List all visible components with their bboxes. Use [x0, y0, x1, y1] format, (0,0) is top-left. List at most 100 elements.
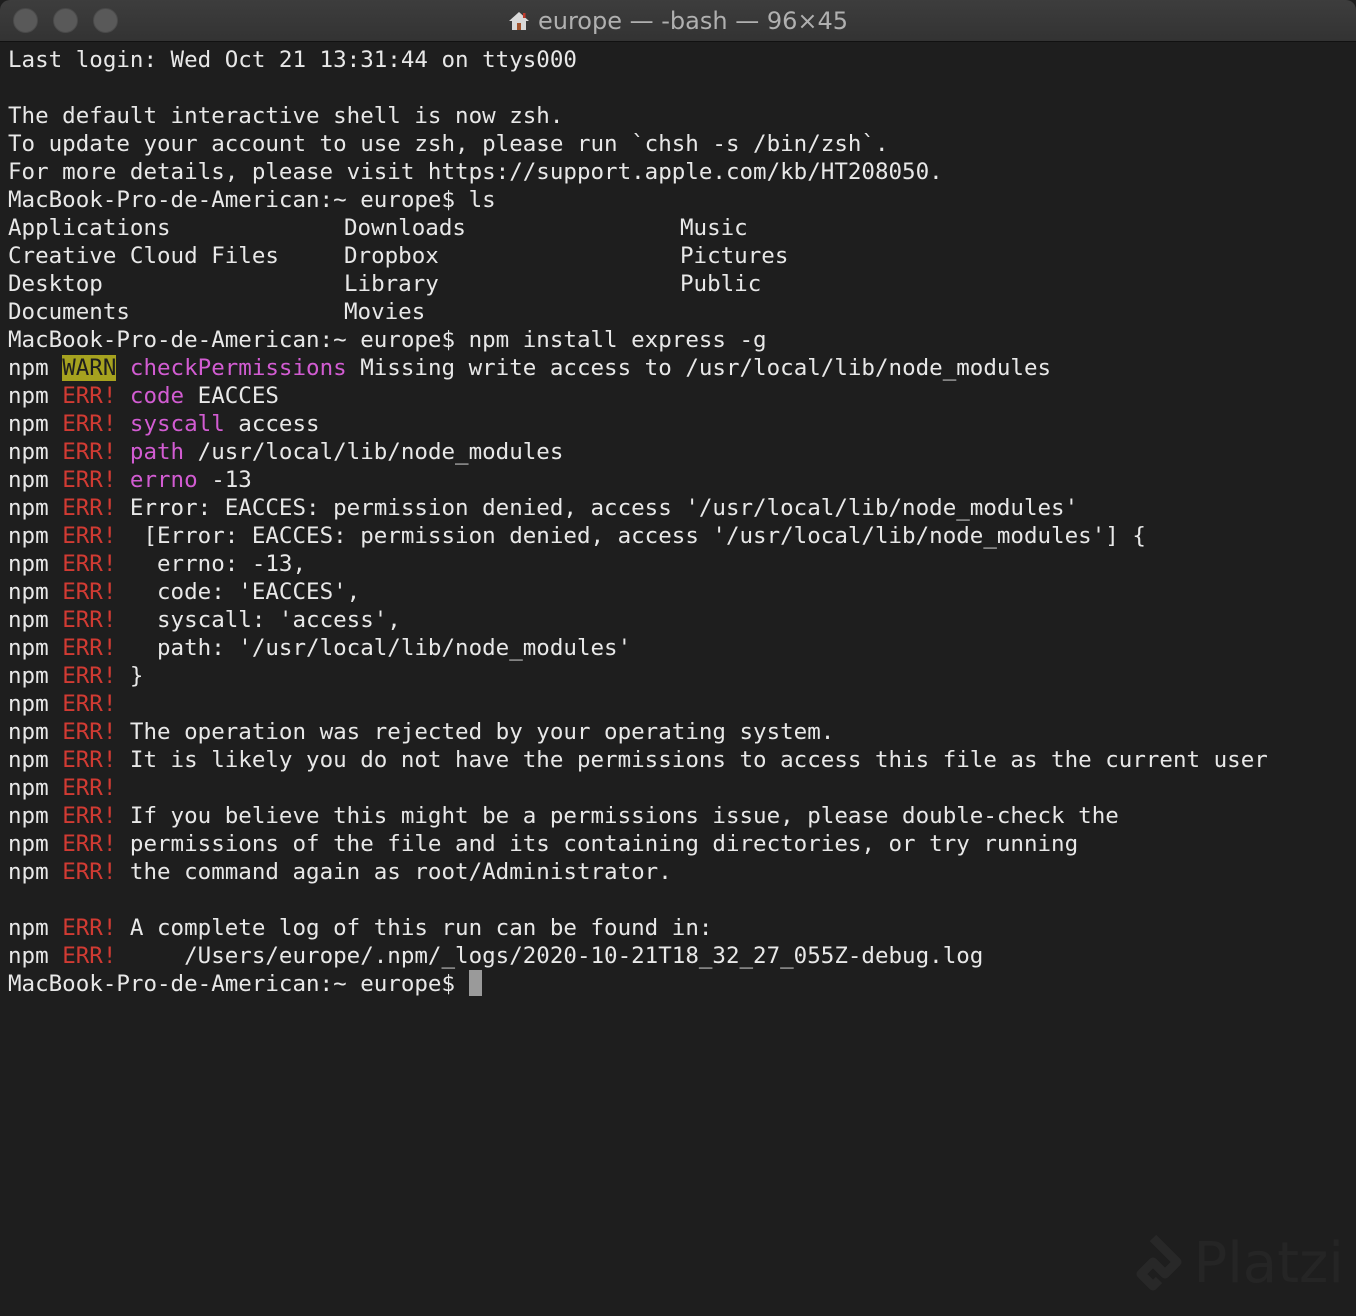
npm-err-line: npm ERR! } [8, 662, 1356, 690]
last-login-line: Last login: Wed Oct 21 13:31:44 on ttys0… [8, 46, 1356, 74]
npm-err-line: npm ERR! The operation was rejected by y… [8, 718, 1356, 746]
err-badge: ERR! [62, 915, 117, 941]
ls-entry: Library [344, 271, 439, 297]
npm-prefix: npm [8, 663, 49, 689]
ls-row: Applications Downloads Music [8, 214, 1356, 242]
err-message: It is likely you do not have the permiss… [129, 747, 1268, 773]
npm-prefix: npm [8, 943, 49, 969]
npm-prefix: npm [8, 383, 49, 409]
npm-err-line: npm ERR! A complete log of this run can … [8, 914, 1356, 942]
ls-entry: Dropbox [344, 243, 439, 269]
err-value: access [224, 411, 320, 437]
npm-err-line: npm ERR! the command again as root/Admin… [8, 858, 1356, 886]
err-value: /usr/local/lib/node_modules [184, 439, 564, 465]
err-key: errno [129, 467, 198, 493]
err-key: code [129, 383, 185, 409]
npm-err-line: npm ERR! permissions of the file and its… [8, 830, 1356, 858]
npm-prefix: npm [8, 635, 49, 661]
ls-entry: Applications [8, 215, 171, 241]
err-badge: ERR! [62, 523, 117, 549]
warn-badge: WARN [62, 355, 117, 381]
err-badge: ERR! [62, 943, 117, 969]
shell-notice-line: To update your account to use zsh, pleas… [8, 130, 1356, 158]
npm-prefix: npm [8, 915, 49, 941]
npm-err-line: npm ERR! /Users/europe/.npm/_logs/2020-1… [8, 942, 1356, 970]
title-bar[interactable]: europe — -bash — 96×45 [0, 0, 1356, 42]
text-cursor [468, 970, 482, 996]
ls-entry: Movies [344, 299, 426, 325]
err-key: path [129, 439, 185, 465]
npm-prefix: npm [8, 607, 49, 633]
window-title: europe — -bash — 96×45 [0, 0, 1356, 42]
npm-err-line: npm ERR! Error: EACCES: permission denie… [8, 494, 1356, 522]
warn-key: checkPermissions [129, 355, 347, 381]
watermark-text: Platzi [1193, 1231, 1344, 1296]
npm-err-line: npm ERR! If you believe this might be a … [8, 802, 1356, 830]
err-badge: ERR! [62, 719, 117, 745]
npm-warn-line: npm WARN checkPermissions Missing write … [8, 354, 1356, 382]
err-message: path: '/usr/local/lib/node_modules' [129, 635, 632, 661]
ls-row: Documents Movies [8, 298, 1356, 326]
err-message: Error: EACCES: permission denied, access… [129, 495, 1079, 521]
err-badge: ERR! [62, 383, 117, 409]
npm-err-line: npm ERR! path: '/usr/local/lib/node_modu… [8, 634, 1356, 662]
err-message: code: 'EACCES', [129, 579, 361, 605]
err-badge: ERR! [62, 467, 117, 493]
warn-text: Missing write access to /usr/local/lib/n… [346, 355, 1052, 381]
err-badge: ERR! [62, 775, 117, 801]
err-value: -13 [197, 467, 252, 493]
shell-prompt: MacBook-Pro-de-American:~ europe$ [8, 327, 469, 353]
shell-notice: The default interactive shell is now zsh… [8, 103, 564, 129]
err-badge: ERR! [62, 747, 117, 773]
err-badge: ERR! [62, 663, 117, 689]
command: ls [468, 187, 496, 213]
err-badge: ERR! [62, 831, 117, 857]
npm-err-line: npm ERR! [8, 690, 1356, 718]
log-message: /Users/europe/.npm/_logs/2020-10-21T18_3… [129, 943, 984, 969]
npm-err-line: npm ERR! [Error: EACCES: permission deni… [8, 522, 1356, 550]
terminal-output[interactable]: Last login: Wed Oct 21 13:31:44 on ttys0… [8, 46, 1356, 998]
err-badge: ERR! [62, 859, 117, 885]
shell-prompt: MacBook-Pro-de-American:~ europe$ [8, 971, 469, 997]
err-message: If you believe this might be a permissio… [129, 803, 1119, 829]
ls-entry: Creative Cloud Files [8, 243, 279, 269]
err-badge: ERR! [62, 411, 117, 437]
npm-err-line: npm ERR! [8, 774, 1356, 802]
npm-prefix: npm [8, 831, 49, 857]
err-message: } [129, 663, 144, 689]
shell-prompt: MacBook-Pro-de-American:~ europe$ [8, 187, 469, 213]
npm-prefix: npm [8, 551, 49, 577]
npm-err-line: npm ERR! It is likely you do not have th… [8, 746, 1356, 774]
ls-entry: Pictures [680, 243, 789, 269]
err-badge: ERR! [62, 691, 117, 717]
ls-entry: Public [680, 271, 762, 297]
npm-err-line: npm ERR! path /usr/local/lib/node_module… [8, 438, 1356, 466]
err-badge: ERR! [62, 551, 117, 577]
err-badge: ERR! [62, 635, 117, 661]
last-login: Last login: Wed Oct 21 13:31:44 on ttys0… [8, 47, 577, 73]
ls-row: Desktop Library Public [8, 270, 1356, 298]
npm-prefix: npm [8, 579, 49, 605]
err-message: The operation was rejected by your opera… [129, 719, 835, 745]
